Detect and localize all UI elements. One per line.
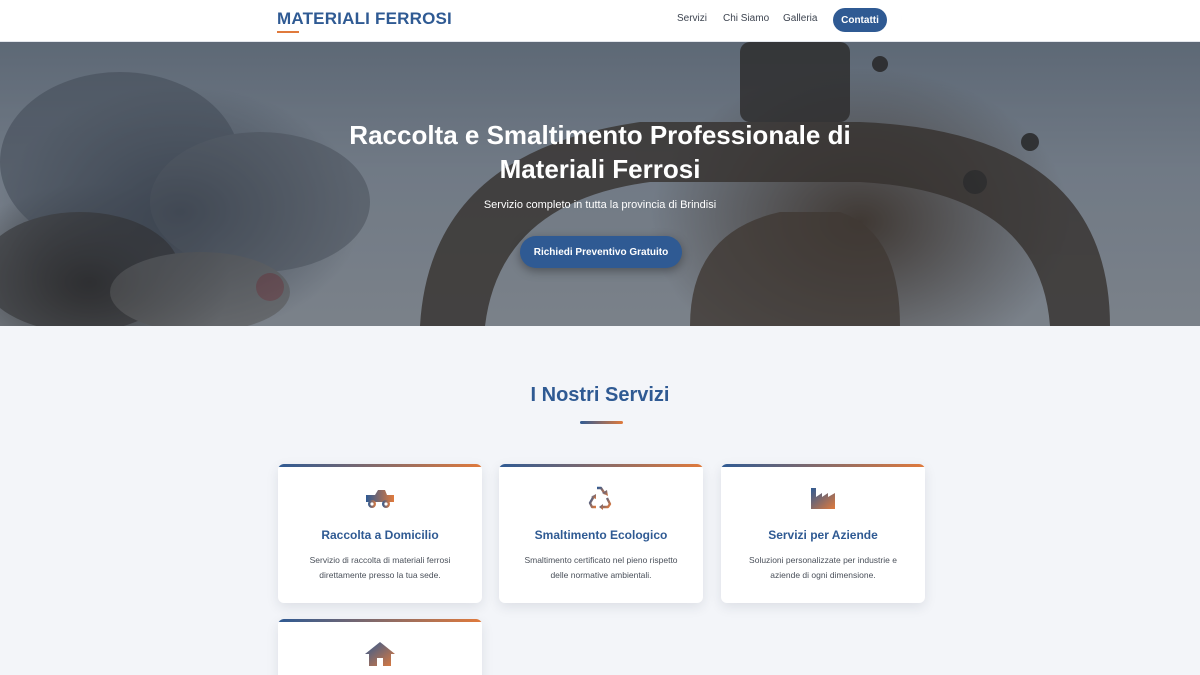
nav-link-servizi[interactable]: Servizi	[677, 13, 707, 24]
services-title: I Nostri Servizi	[530, 384, 670, 406]
service-card-privati[interactable]	[278, 619, 482, 675]
moon-icon[interactable]	[899, 12, 913, 26]
services-title-underline	[580, 421, 623, 424]
hero-subtitle: Servizio completo in tutta la provincia …	[483, 199, 717, 211]
card-description: Smaltimento certificato nel pieno rispet…	[524, 555, 678, 580]
card-title: Servizi per Aziende	[768, 528, 878, 542]
service-card-aziende[interactable]: Servizi per Aziende Soluzioni personaliz…	[721, 464, 925, 603]
card-description: Servizio di raccolta di materiali ferros…	[309, 555, 451, 580]
hero-section: Raccolta e Smaltimento Professionale di …	[0, 42, 1200, 326]
nav-link-galleria[interactable]: Galleria	[783, 13, 817, 24]
hero-title: Raccolta e Smaltimento Professionale di …	[349, 120, 851, 184]
service-card-raccolta[interactable]: Raccolta a Domicilio Servizio di raccolt…	[278, 464, 482, 603]
recycle-icon	[584, 484, 618, 512]
brand-logo[interactable]: MATERIALI FERROSI	[277, 9, 452, 29]
card-description: Soluzioni personalizzate per industrie e…	[749, 555, 897, 580]
card-title: Smaltimento Ecologico	[534, 528, 668, 542]
home-icon	[363, 639, 397, 667]
nav-link-chi-siamo[interactable]: Chi Siamo	[723, 13, 769, 24]
factory-icon	[806, 484, 840, 512]
service-card-smaltimento[interactable]: Smaltimento Ecologico Smaltimento certif…	[499, 464, 703, 603]
quote-request-button[interactable]: Richiedi Preventivo Gratuito	[520, 236, 682, 268]
contact-button[interactable]: Contatti	[833, 8, 887, 32]
brand-underline	[277, 31, 299, 33]
truck-icon	[363, 484, 397, 512]
navbar: MATERIALI FERROSI Servizi Chi Siamo Gall…	[0, 0, 1200, 42]
card-title: Raccolta a Domicilio	[321, 528, 439, 542]
